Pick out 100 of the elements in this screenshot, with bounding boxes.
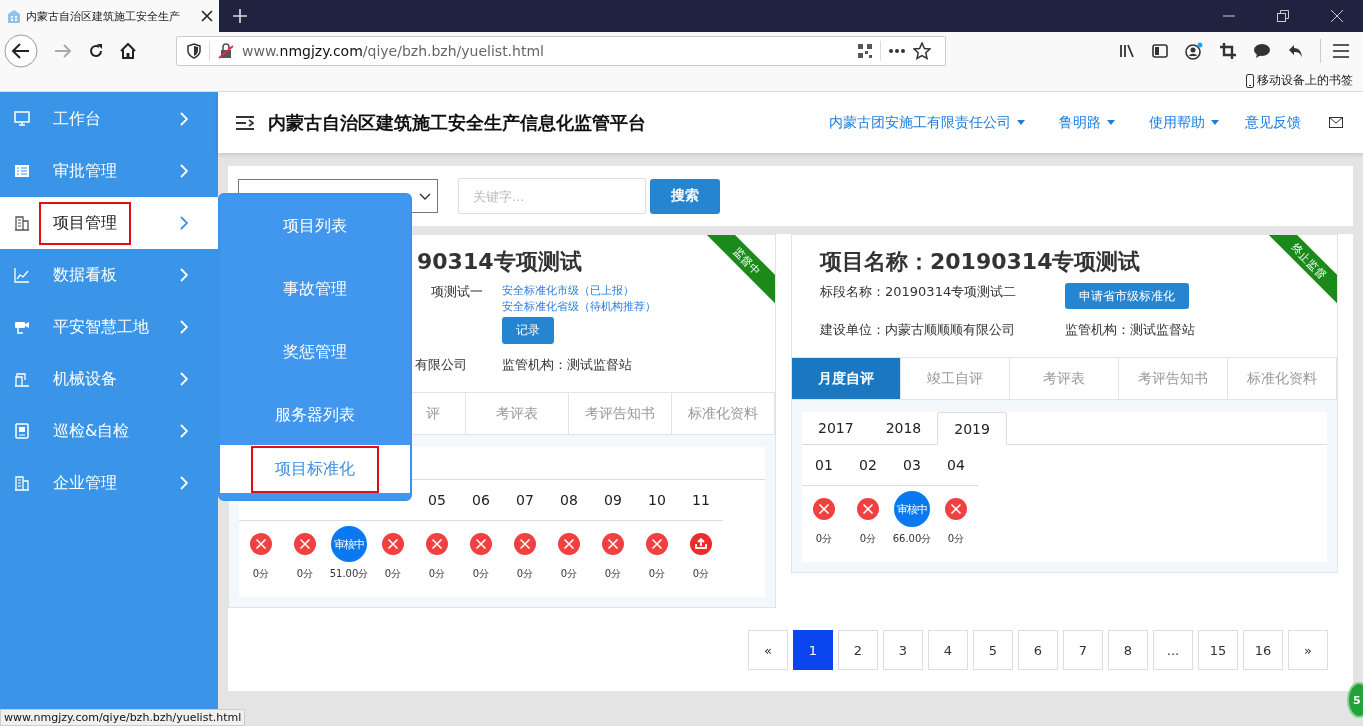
rejected-icon[interactable] — [558, 533, 580, 555]
nav-link[interactable]: 鲁明路 — [1059, 113, 1115, 132]
sidebar-item[interactable]: 项目管理 — [0, 197, 218, 249]
menu-toggle-icon[interactable] — [236, 115, 254, 130]
machine-icon — [14, 371, 30, 387]
bookmark-folder[interactable]: 移动设备上的书签 — [1246, 72, 1353, 89]
section-name: 项测试一 — [431, 283, 483, 301]
rejected-icon[interactable] — [294, 533, 316, 555]
menu-item[interactable]: 事故管理 — [220, 258, 410, 321]
sidebar-item[interactable]: 工作台 — [0, 93, 218, 145]
menu-item[interactable]: 项目列表 — [220, 195, 410, 258]
rejected-icon[interactable] — [382, 533, 404, 555]
page-button[interactable]: 15 — [1198, 630, 1238, 670]
chevron-icon — [180, 112, 188, 126]
rejected-icon[interactable] — [646, 533, 668, 555]
sidebar-item[interactable]: 数据看板 — [0, 249, 218, 301]
page-button[interactable]: 6 — [1018, 630, 1058, 670]
score-text: 0分 — [427, 567, 447, 581]
score-text: 0分 — [946, 532, 966, 546]
month-label: 05 — [415, 480, 459, 521]
year-tab[interactable]: 2019 — [937, 412, 1007, 445]
star-icon[interactable] — [913, 42, 931, 60]
month-label: 11 — [679, 480, 723, 521]
score-text: 0分 — [858, 532, 878, 546]
qr-code-icon[interactable] — [858, 44, 872, 58]
score-text: 66.00分 — [891, 532, 933, 546]
restore-icon[interactable] — [1277, 10, 1289, 22]
page-button[interactable]: ... — [1153, 630, 1193, 670]
rejected-icon[interactable] — [602, 533, 624, 555]
back-icon[interactable] — [4, 34, 38, 68]
builder-text: 建设单位：内蒙古顺顺顺有限公司 — [820, 321, 1015, 339]
chevron-icon — [180, 268, 188, 282]
rejected-icon[interactable] — [426, 533, 448, 555]
highlight-box: 项目标准化 — [251, 445, 379, 493]
project-title: 项目名称：20190314专项测试 — [820, 248, 1141, 276]
sidebar-item[interactable]: 机械设备 — [0, 353, 218, 405]
page-button[interactable]: 7 — [1063, 630, 1103, 670]
sidebar-item[interactable]: 平安智慧工地 — [0, 301, 218, 353]
menu-item[interactable]: 项目标准化 — [220, 445, 410, 493]
card-button[interactable]: 申请省市级标准化 — [1065, 283, 1189, 309]
menu-icon[interactable] — [1333, 44, 1349, 58]
close-icon[interactable] — [201, 10, 213, 22]
tab[interactable]: 月度自评 — [792, 358, 901, 400]
score-text: 0分 — [471, 567, 491, 581]
rejected-icon[interactable] — [470, 533, 492, 555]
page-button[interactable]: » — [1288, 630, 1328, 670]
chat-icon[interactable] — [1253, 43, 1271, 59]
nav-link[interactable]: 意见反馈 — [1245, 113, 1301, 132]
library-icon[interactable] — [1119, 43, 1135, 59]
month-label: 08 — [547, 480, 591, 521]
rejected-icon[interactable] — [250, 533, 272, 555]
page-button[interactable]: 5 — [973, 630, 1013, 670]
sidebar-item[interactable]: 巡检&自检 — [0, 405, 218, 457]
status-link[interactable]: 安全标准化市级（已上报） — [502, 283, 634, 299]
page-button[interactable]: « — [748, 630, 788, 670]
search-button[interactable]: 搜索 — [650, 178, 720, 214]
sidebar-item[interactable]: 企业管理 — [0, 457, 218, 509]
card-button[interactable]: 记录 — [502, 317, 554, 344]
browser-tab[interactable]: 内蒙古自治区建筑施工安全生产 — [0, 0, 219, 32]
sidebar-item[interactable]: 审批管理 — [0, 145, 218, 197]
page-button[interactable]: 4 — [928, 630, 968, 670]
nav-link[interactable]: 使用帮助 — [1149, 113, 1219, 132]
rejected-icon[interactable] — [813, 498, 835, 520]
year-tab[interactable]: 2018 — [869, 412, 938, 444]
upload-icon[interactable] — [690, 533, 712, 555]
rejected-icon[interactable] — [945, 498, 967, 520]
list-icon — [14, 163, 30, 179]
page-button[interactable]: 1 — [793, 630, 833, 670]
rejected-icon[interactable] — [514, 533, 536, 555]
reviewing-badge[interactable]: 审核中 — [331, 526, 367, 562]
more-icon[interactable] — [889, 49, 905, 53]
page-button[interactable]: 2 — [838, 630, 878, 670]
new-tab-icon[interactable] — [233, 9, 247, 23]
building-icon — [14, 215, 30, 231]
score-text: 0分 — [295, 567, 315, 581]
reload-icon[interactable] — [88, 43, 104, 59]
camera-icon — [14, 319, 30, 335]
score-text: 0分 — [559, 567, 579, 581]
mail-icon[interactable] — [1329, 117, 1343, 128]
page-button[interactable]: 3 — [883, 630, 923, 670]
chevron-icon — [180, 320, 188, 334]
nav-link[interactable]: 内蒙古团安施工有限责任公司 — [829, 113, 1025, 132]
page-button[interactable]: 16 — [1243, 630, 1283, 670]
sidebar-icon[interactable] — [1152, 43, 1168, 59]
year-tab[interactable]: 2017 — [802, 412, 870, 444]
line-chart-icon — [14, 267, 30, 283]
address-bar[interactable]: www.nmgjzy.com/qiye/bzh.bzh/yuelist.html — [176, 36, 946, 66]
month-label: 06 — [459, 480, 503, 521]
search-field[interactable]: 关键字... — [458, 178, 646, 214]
chevron-icon — [180, 476, 188, 490]
status-link[interactable]: 安全标准化省级（待机构推荐） — [502, 299, 656, 315]
menu-item[interactable]: 服务器列表 — [220, 384, 410, 447]
crop-icon[interactable] — [1220, 43, 1236, 59]
home-icon[interactable] — [120, 43, 136, 59]
page-button[interactable]: 8 — [1108, 630, 1148, 670]
reviewing-badge[interactable]: 审核中 — [894, 491, 930, 527]
undo-icon[interactable] — [1288, 43, 1304, 59]
menu-item[interactable]: 奖惩管理 — [220, 321, 410, 384]
account-icon[interactable] — [1185, 42, 1203, 60]
rejected-icon[interactable] — [857, 498, 879, 520]
